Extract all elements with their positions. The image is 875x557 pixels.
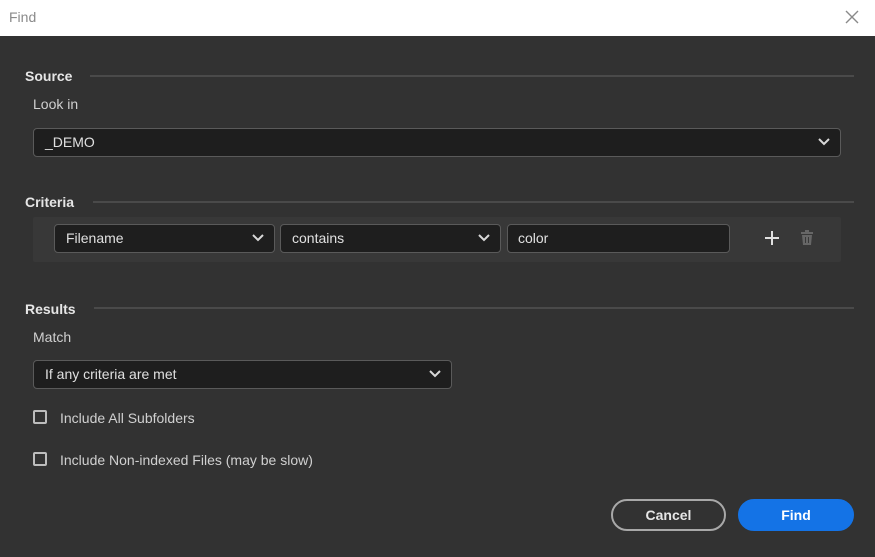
criteria-heading: Criteria	[25, 194, 75, 210]
window-titlebar: Find	[0, 0, 875, 36]
find-button[interactable]: Find	[738, 499, 854, 531]
add-criteria-icon[interactable]	[762, 228, 782, 248]
chevron-down-icon	[478, 234, 490, 242]
include-subfolders-label[interactable]: Include All Subfolders	[60, 410, 195, 426]
trash-icon[interactable]	[797, 228, 817, 248]
match-label: Match	[33, 329, 72, 345]
include-subfolders-checkbox[interactable]	[33, 410, 47, 424]
chevron-down-icon	[818, 138, 830, 146]
results-divider	[94, 307, 854, 309]
source-heading: Source	[25, 68, 73, 84]
match-dropdown[interactable]: If any criteria are met	[33, 360, 452, 389]
source-divider	[90, 75, 854, 77]
include-nonindexed-label[interactable]: Include Non-indexed Files (may be slow)	[60, 452, 313, 468]
criteria-field-value: Filename	[66, 230, 124, 246]
criteria-field-dropdown[interactable]: Filename	[54, 224, 275, 253]
criteria-value-input[interactable]: color	[507, 224, 730, 253]
criteria-value-text: color	[518, 230, 549, 246]
find-dialog: Source Look in _DEMO Criteria Filename c…	[0, 36, 875, 557]
match-value: If any criteria are met	[45, 366, 177, 382]
window-title: Find	[9, 9, 37, 25]
criteria-operator-value: contains	[292, 230, 345, 246]
results-heading: Results	[25, 301, 76, 317]
criteria-divider	[93, 201, 854, 203]
chevron-down-icon	[429, 370, 441, 378]
look-in-value: _DEMO	[45, 134, 95, 150]
look-in-label: Look in	[33, 96, 79, 112]
criteria-operator-dropdown[interactable]: contains	[280, 224, 501, 253]
cancel-button[interactable]: Cancel	[611, 499, 726, 531]
chevron-down-icon	[252, 234, 264, 242]
include-nonindexed-checkbox[interactable]	[33, 452, 47, 466]
close-icon[interactable]	[842, 7, 862, 27]
look-in-dropdown[interactable]: _DEMO	[33, 128, 841, 157]
